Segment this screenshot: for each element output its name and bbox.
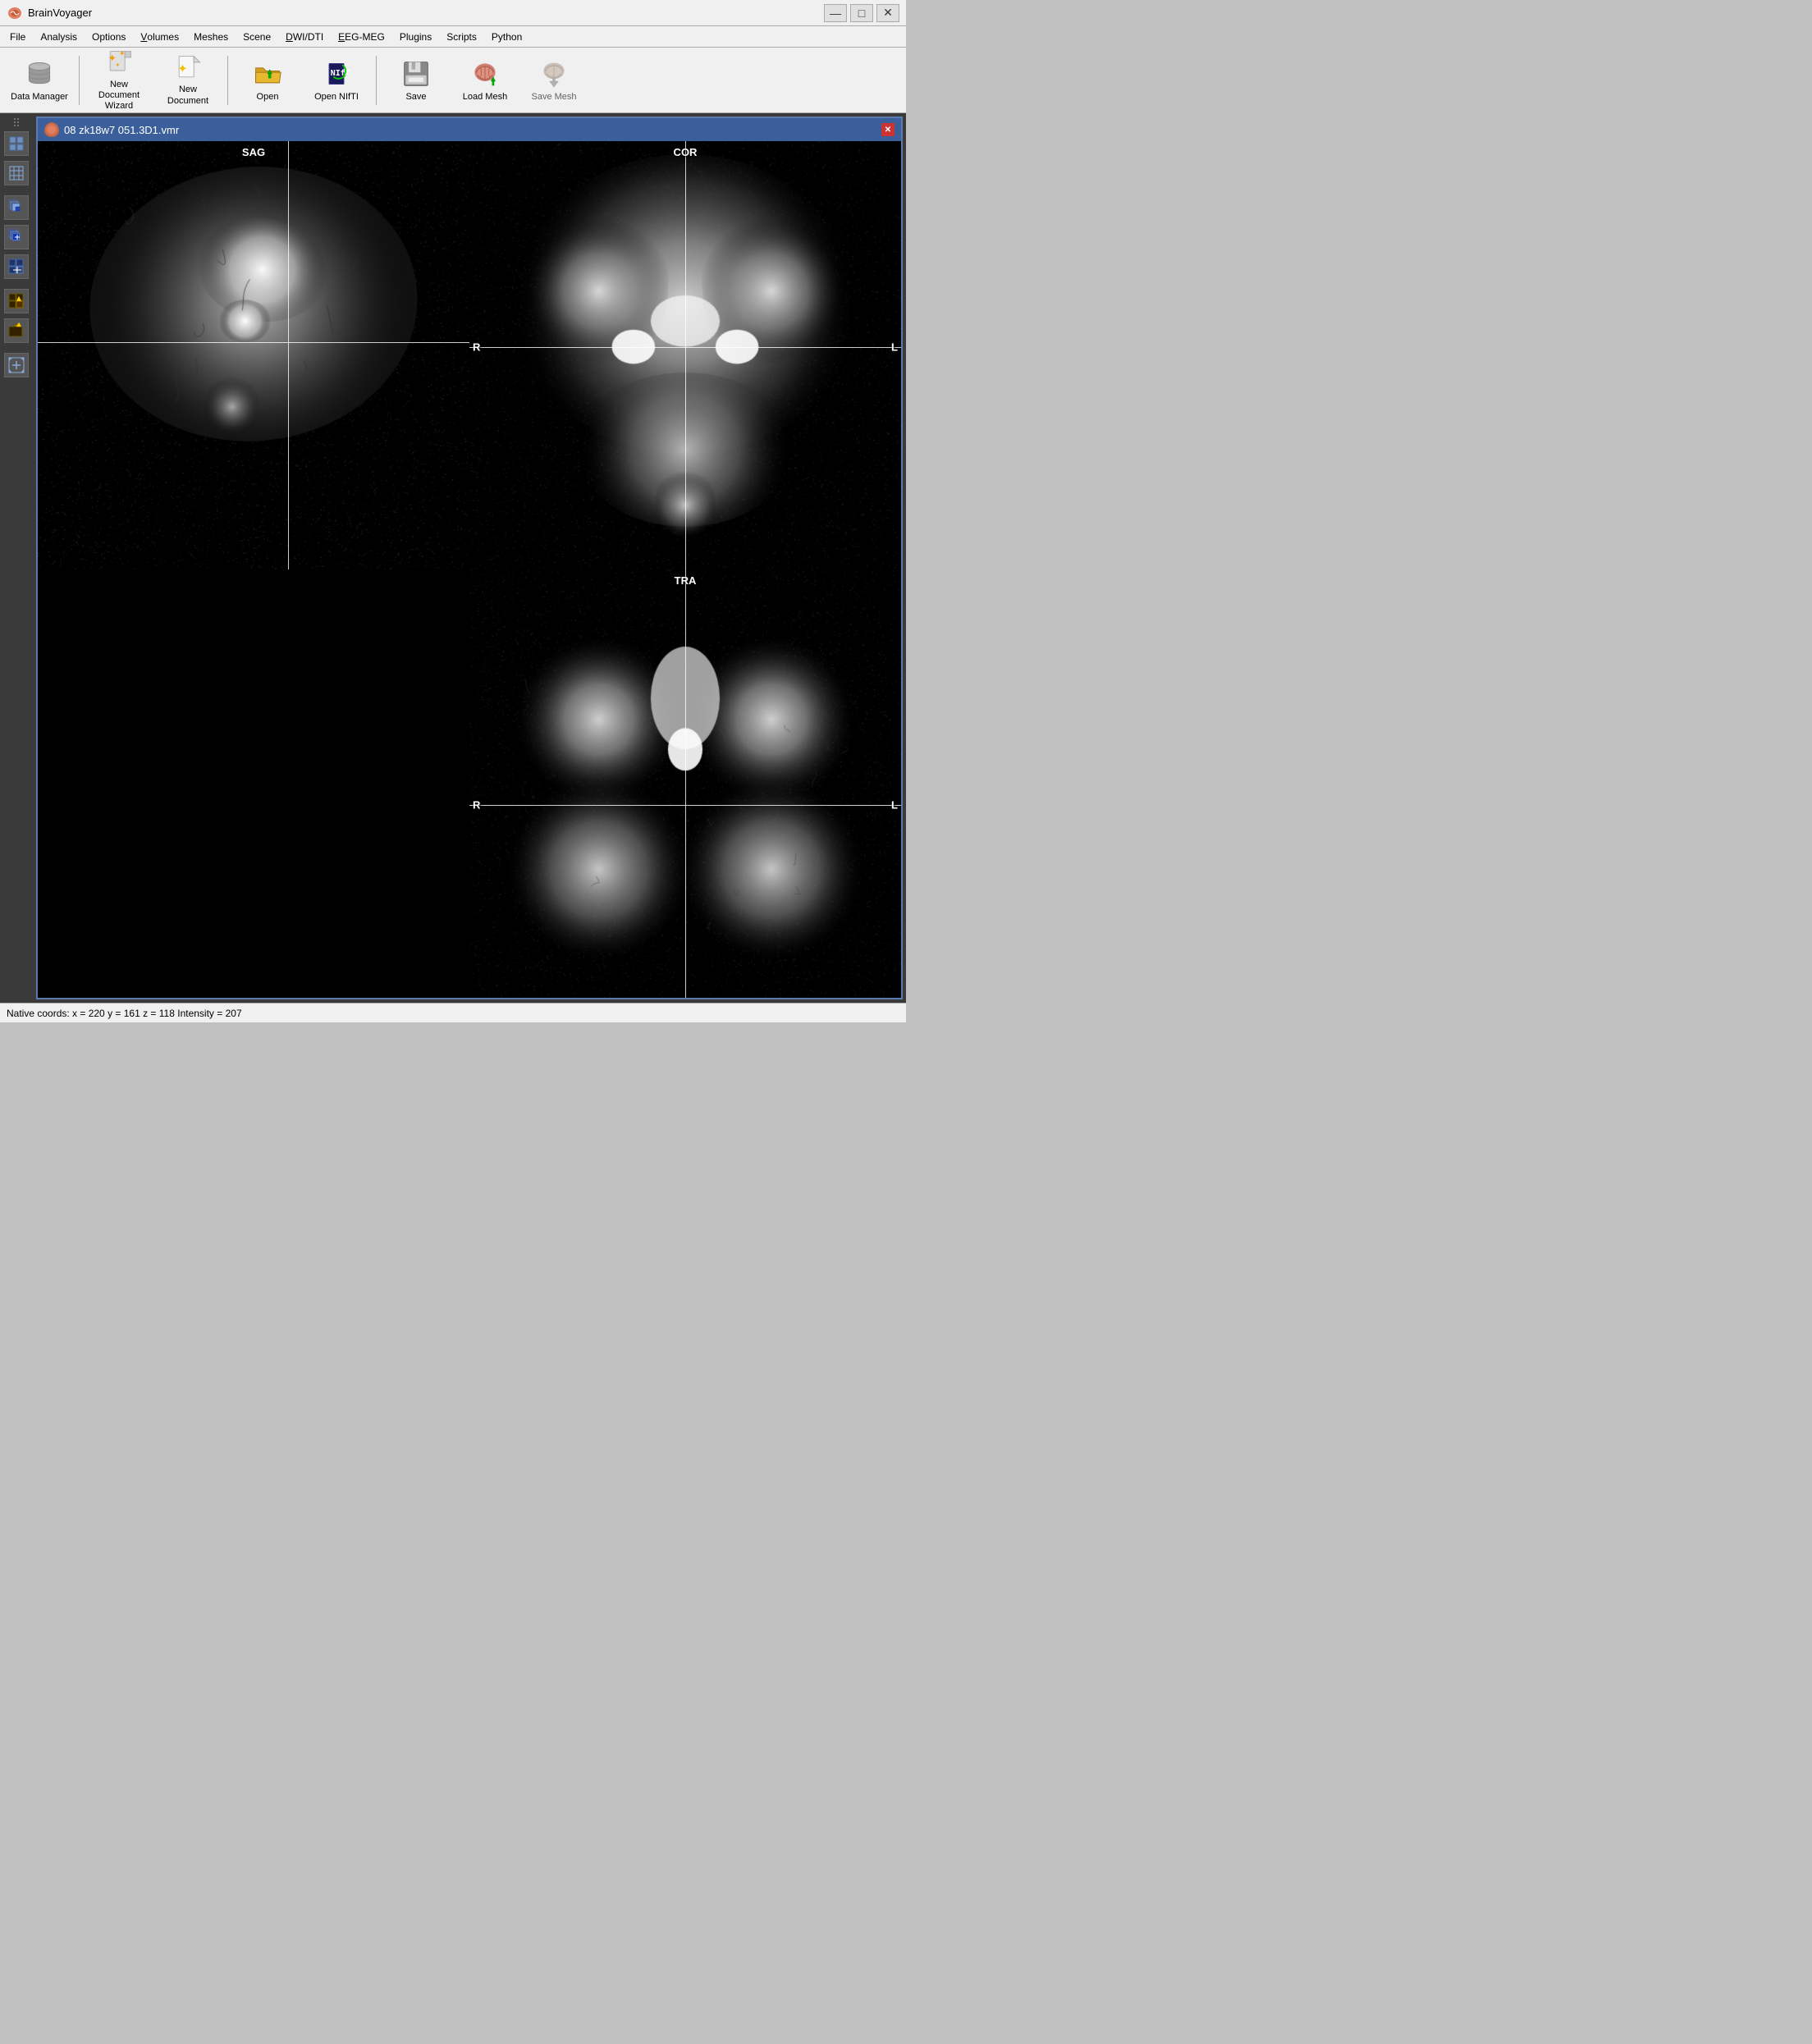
load-mesh-button[interactable]: Load Mesh (452, 51, 518, 110)
database-icon (23, 57, 56, 90)
doc-title: 08 zk18w7 051.3D1.vmr (64, 124, 179, 136)
mri-black-panel (38, 569, 469, 998)
folder-icon (251, 57, 284, 90)
brain-icon (469, 57, 501, 90)
data-manager-button[interactable]: Data Manager (7, 51, 72, 110)
mri-coronal-panel[interactable]: COR R L (469, 141, 901, 569)
new-doc-wizard-label: New Document Wizard (90, 80, 148, 112)
sidebar-btn-overlay2[interactable] (4, 225, 29, 249)
app-title: BrainVoyager (28, 7, 92, 19)
menu-item-meshes[interactable]: Meshes (187, 28, 235, 46)
open-nifti-button[interactable]: NIfTI Open NIfTI (304, 51, 369, 110)
svg-text:✦: ✦ (116, 61, 121, 68)
save-icon (400, 57, 432, 90)
close-button[interactable]: ✕ (876, 4, 899, 22)
svg-text:✦: ✦ (177, 63, 187, 76)
new-document-label: New Document (159, 85, 217, 106)
load-mesh-label: Load Mesh (463, 92, 507, 103)
title-controls: — □ ✕ (824, 4, 899, 22)
save-button[interactable]: Save (383, 51, 449, 110)
doc-close-button[interactable]: ✕ (881, 123, 895, 136)
new-document-button[interactable]: ✦ New Document (155, 51, 221, 110)
doc-titlebar: 08 zk18w7 051.3D1.vmr ✕ (38, 118, 901, 141)
menu-item-dwidti[interactable]: DWI/DTI (279, 28, 330, 46)
menu-item-analysis[interactable]: Analysis (34, 28, 84, 46)
new-doc-wizard-button[interactable]: ✦ ✦ ✦ New Document Wizard (86, 51, 152, 110)
mri-grid: SAG COR R L (38, 141, 901, 998)
menu-item-eegmeg[interactable]: EEG-MEG (332, 28, 391, 46)
nifti-icon: NIfTI (320, 57, 353, 90)
toolbar-separator-1 (79, 56, 80, 105)
toolbar-separator-3 (376, 56, 377, 105)
mri-transversal-canvas (469, 569, 901, 998)
left-sidebar (0, 113, 33, 1003)
sidebar-btn-yellow2[interactable] (4, 318, 29, 343)
mri-transversal-panel[interactable]: TRA R L (469, 569, 901, 998)
sidebar-btn-overlay1[interactable] (4, 195, 29, 220)
menu-item-volumes[interactable]: Volumes (134, 28, 185, 46)
menu-item-plugins[interactable]: Plugins (393, 28, 438, 46)
title-bar: BrainVoyager — □ ✕ (0, 0, 906, 26)
maximize-button[interactable]: □ (850, 4, 873, 22)
document-window: 08 zk18w7 051.3D1.vmr ✕ SAG (36, 117, 903, 999)
open-button[interactable]: Open (235, 51, 300, 110)
sidebar-handle (14, 117, 19, 128)
sidebar-btn-overlay3[interactable] (4, 254, 29, 279)
mri-sagittal-panel[interactable]: SAG (38, 141, 469, 569)
menu-item-scene[interactable]: Scene (236, 28, 277, 46)
svg-text:✦: ✦ (119, 49, 126, 57)
save-mesh-label: Save Mesh (531, 92, 576, 103)
mri-coronal-canvas (469, 141, 901, 569)
mri-sagittal-canvas (38, 141, 469, 569)
app-logo-icon (7, 5, 23, 21)
minimize-button[interactable]: — (824, 4, 847, 22)
menu-bar: File Analysis Options Volumes Meshes Sce… (0, 26, 906, 48)
status-text: Native coords: x = 220 y = 161 z = 118 I… (7, 1008, 242, 1019)
open-nifti-label: Open NIfTI (314, 92, 359, 103)
save-label: Save (405, 92, 426, 103)
menu-item-scripts[interactable]: Scripts (440, 28, 483, 46)
save-mesh-button[interactable]: Save Mesh (521, 51, 587, 110)
save-mesh-icon (538, 57, 570, 90)
menu-item-file[interactable]: File (3, 28, 32, 46)
wizard-icon: ✦ ✦ ✦ (103, 48, 135, 78)
new-doc-icon: ✦ (172, 53, 204, 83)
sidebar-btn-view1[interactable] (4, 131, 29, 156)
sidebar-btn-grid[interactable] (4, 161, 29, 185)
toolbar-separator-2 (227, 56, 228, 105)
data-manager-label: Data Manager (11, 92, 68, 103)
open-label: Open (257, 92, 279, 103)
toolbar: Data Manager ✦ ✦ ✦ New Document Wizard (0, 48, 906, 113)
menu-item-python[interactable]: Python (485, 28, 528, 46)
sidebar-btn-expand[interactable] (4, 353, 29, 377)
status-bar: Native coords: x = 220 y = 161 z = 118 I… (0, 1003, 906, 1022)
sidebar-btn-yellow1[interactable] (4, 289, 29, 313)
svg-text:NIfTI: NIfTI (331, 69, 351, 78)
doc-brain-icon (44, 122, 59, 137)
title-left: BrainVoyager (7, 5, 92, 21)
main-area: 08 zk18w7 051.3D1.vmr ✕ SAG (0, 113, 906, 1003)
doc-title-left: 08 zk18w7 051.3D1.vmr (44, 122, 179, 137)
menu-item-options[interactable]: Options (85, 28, 132, 46)
